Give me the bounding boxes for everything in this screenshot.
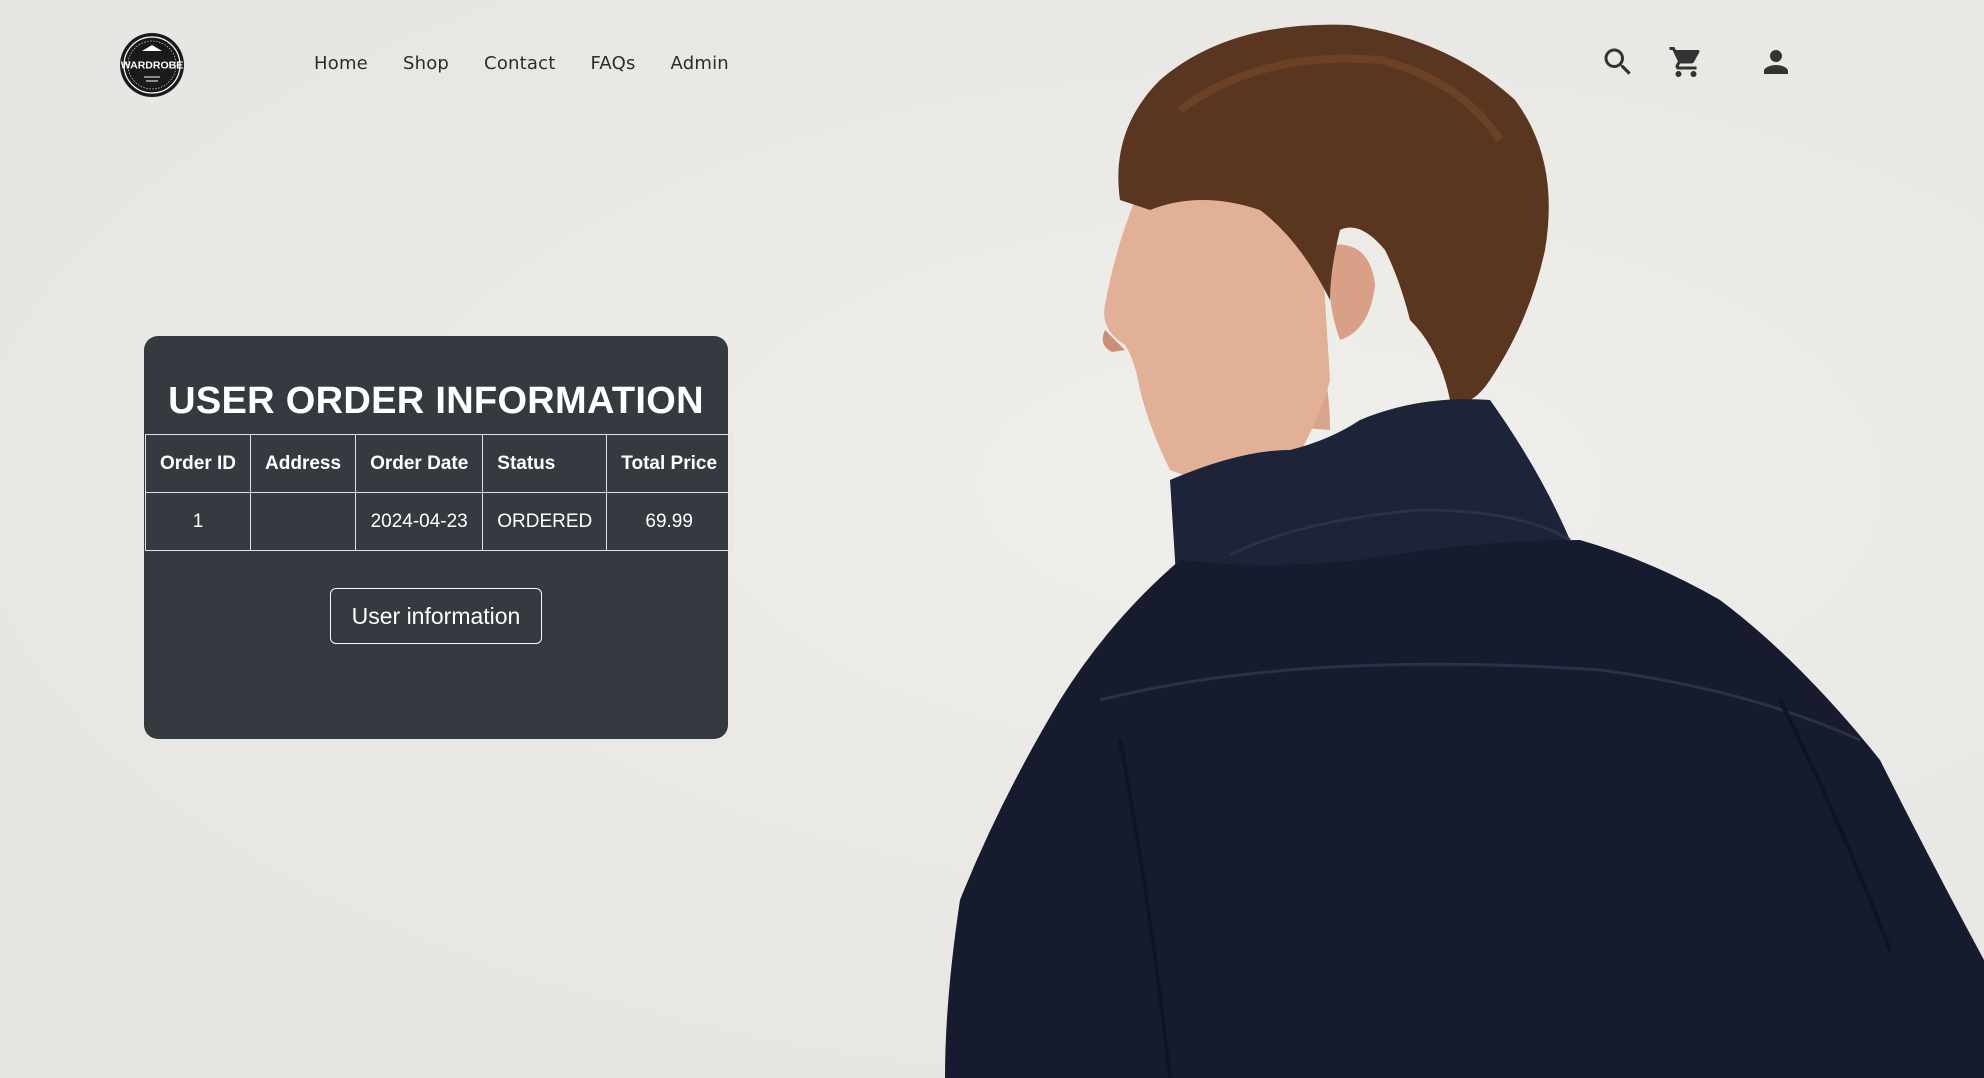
nav-shop[interactable]: Shop — [403, 50, 449, 78]
cell-order-date: 2024-04-23 — [355, 492, 484, 551]
col-order-date: Order Date — [355, 434, 484, 493]
user-information-button[interactable]: User information — [330, 588, 542, 644]
cell-status: ORDERED — [482, 492, 608, 551]
cell-address — [250, 492, 357, 551]
logo-text: WARDROBE — [121, 60, 183, 72]
cell-total-price: 69.99 — [606, 492, 733, 551]
order-table: Order ID Address Order Date Status Total… — [144, 434, 733, 551]
col-order-id: Order ID — [144, 434, 252, 493]
cart-icon[interactable] — [1668, 44, 1704, 80]
cell-order-id: 1 — [144, 492, 252, 551]
wardrobe-logo[interactable]: WARDROBE — [118, 31, 186, 99]
col-total-price: Total Price — [606, 434, 733, 493]
model-photo — [945, 24, 1984, 1078]
main-nav: Home Shop Contact FAQs Admin — [314, 50, 729, 78]
nav-contact[interactable]: Contact — [484, 50, 555, 78]
site-header: WARDROBE Home Shop Contact FAQs Admin — [0, 0, 1984, 128]
col-status: Status — [482, 434, 608, 493]
search-icon[interactable] — [1600, 44, 1636, 80]
nav-admin[interactable]: Admin — [671, 50, 729, 78]
nav-faqs[interactable]: FAQs — [590, 50, 635, 78]
user-icon[interactable] — [1758, 44, 1794, 80]
card-title: USER ORDER INFORMATION — [168, 380, 704, 422]
order-info-card: USER ORDER INFORMATION Order ID Address … — [144, 336, 733, 739]
nav-home[interactable]: Home — [314, 50, 368, 78]
table-row: 1 2024-04-23 ORDERED 69.99 — [144, 492, 733, 551]
col-address: Address — [250, 434, 357, 493]
table-header-row: Order ID Address Order Date Status Total… — [144, 434, 733, 493]
